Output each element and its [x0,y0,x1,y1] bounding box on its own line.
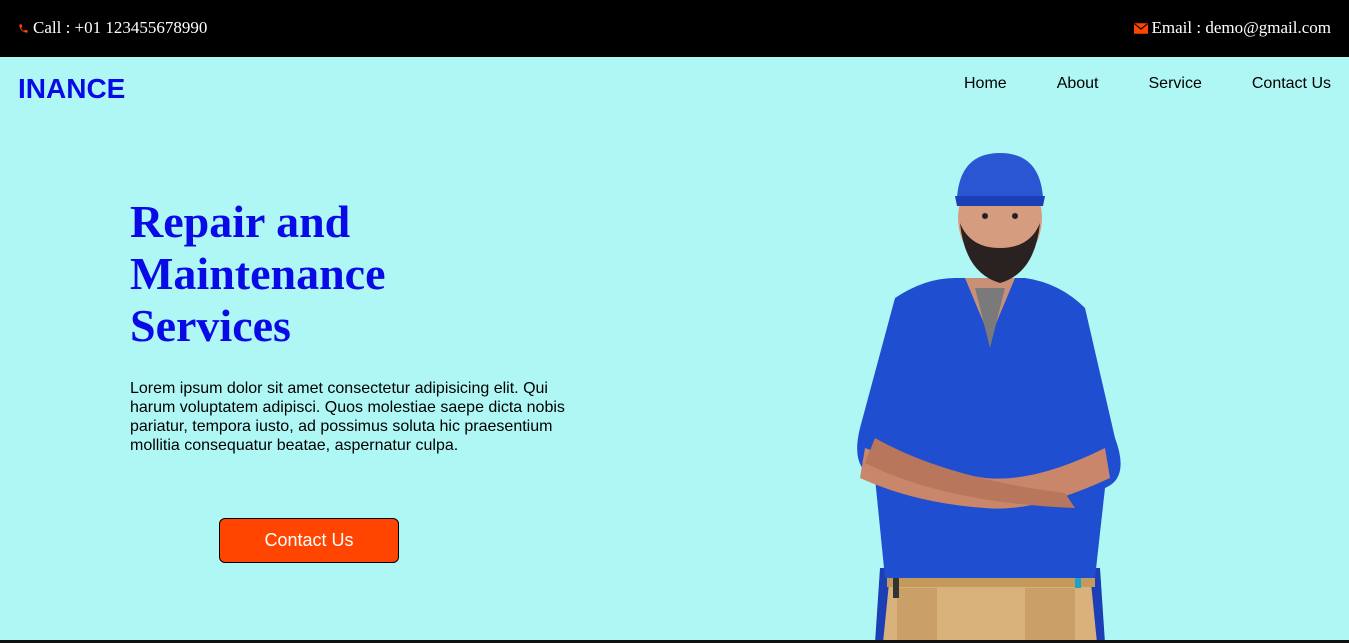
call-text: Call : +01 123455678990 [33,18,208,37]
envelope-icon [1133,22,1148,34]
hero-title-line1: Repair and [130,196,351,247]
top-info-bar: Call : +01 123455678990 Email : demo@gma… [0,0,1349,57]
nav-item-contact[interactable]: Contact Us [1252,75,1331,93]
hero-title-line2: Maintenance [130,248,386,299]
nav-item-service[interactable]: Service [1149,75,1202,93]
phone-icon [18,23,29,34]
hero-description: Lorem ipsum dolor sit amet consectetur a… [130,380,565,454]
nav-menu: Home About Service Contact Us [964,75,1331,93]
email-info: Email : demo@gmail.com [1133,18,1331,38]
nav-item-home[interactable]: Home [964,75,1007,93]
nav-item-about[interactable]: About [1057,75,1099,93]
worker-image [857,153,1121,643]
brand-logo[interactable]: INANCE [18,73,125,105]
call-info: Call : +01 123455678990 [18,18,207,38]
hero-title: Repair and Maintenance Services [130,196,530,352]
hero-title-line3: Services [130,300,291,351]
email-text: Email : demo@gmail.com [1151,18,1331,37]
main-navbar: INANCE Home About Service Contact Us [0,57,1349,121]
contact-us-button[interactable]: Contact Us [219,518,399,563]
